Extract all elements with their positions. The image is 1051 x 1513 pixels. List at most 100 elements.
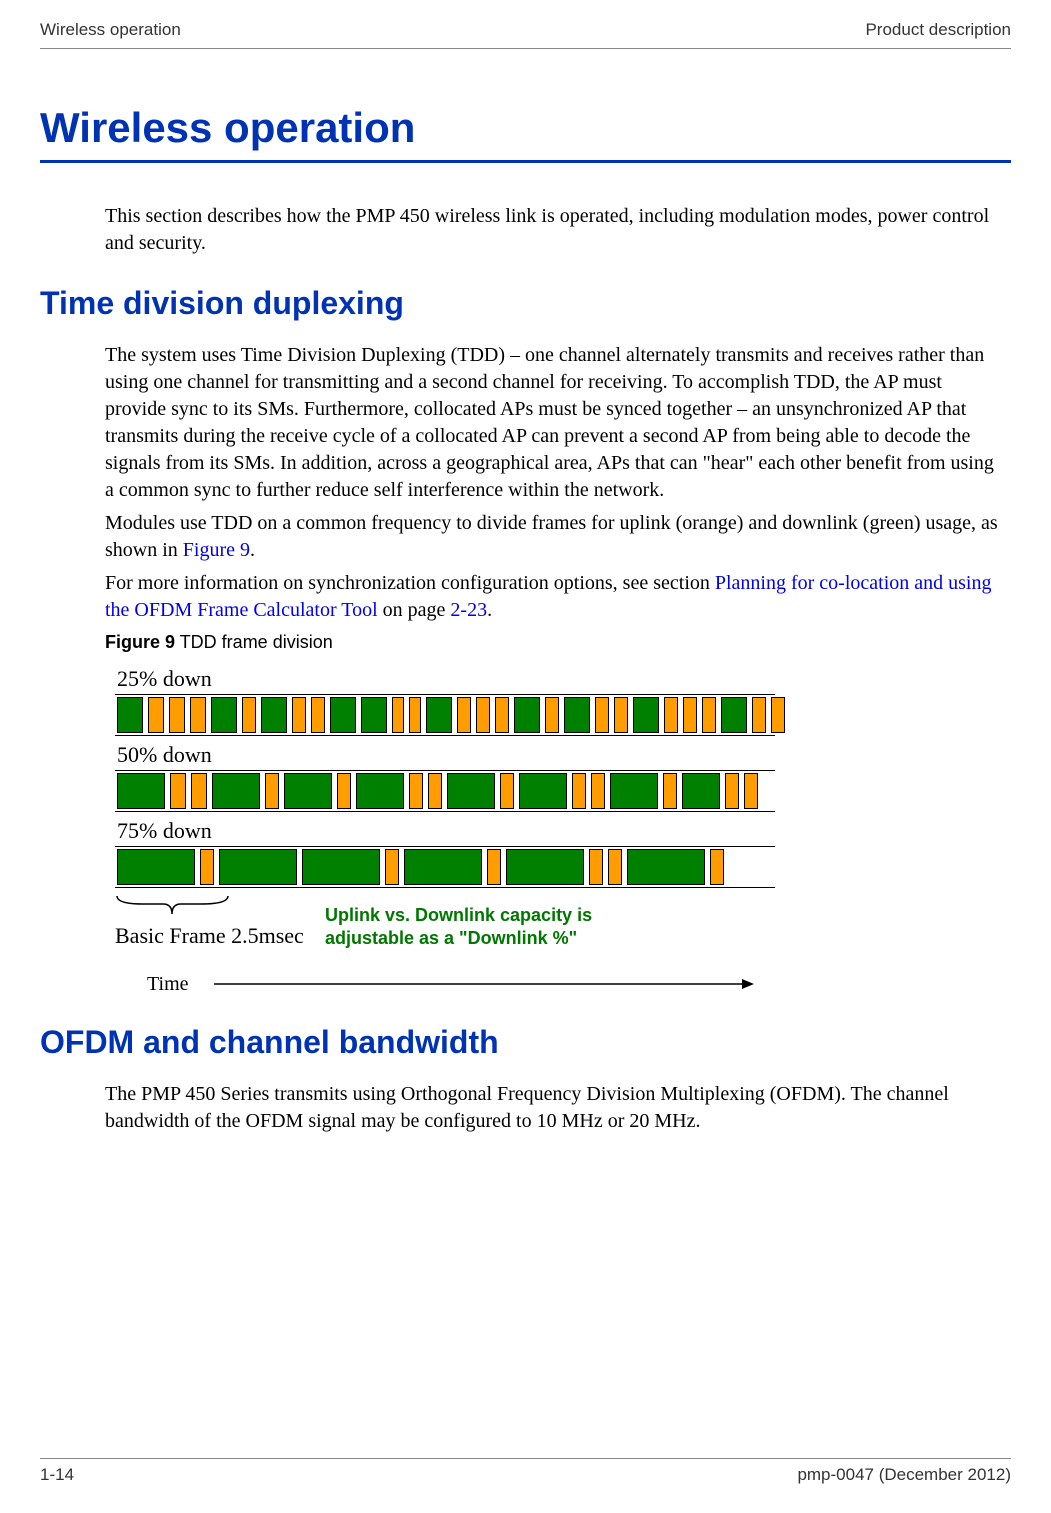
figure-caption: Figure 9 TDD frame division [105, 632, 1006, 653]
uplink-bar [500, 773, 514, 809]
uplink-bar [495, 697, 509, 733]
tdd-block: The system uses Time Division Duplexing … [40, 342, 1011, 996]
uplink-bar [428, 773, 442, 809]
downlink-bar [117, 697, 143, 733]
uplink-line2: adjustable as a "Downlink %" [325, 928, 577, 948]
downlink-bar [211, 697, 237, 733]
downlink-bar [356, 773, 404, 809]
downlink-bar [212, 773, 260, 809]
uplink-bar [591, 773, 605, 809]
downlink-bar [610, 773, 658, 809]
time-label: Time [147, 973, 189, 996]
ofdm-heading: OFDM and channel bandwidth [40, 1024, 1011, 1061]
tdd-p2: Modules use TDD on a common frequency to… [105, 510, 1006, 564]
downlink-bar [219, 849, 297, 885]
downlink-bar [302, 849, 380, 885]
uplink-bar [752, 697, 766, 733]
title-underline [40, 160, 1011, 163]
downlink-bar [404, 849, 482, 885]
basic-frame-label: Basic Frame 2.5msec [115, 923, 230, 949]
downlink-bar [506, 849, 584, 885]
uplink-bar [487, 849, 501, 885]
uplink-bar [663, 773, 677, 809]
downlink-bar [633, 697, 659, 733]
uplink-bar [608, 849, 622, 885]
uplink-bar [409, 773, 423, 809]
uplink-bar [409, 697, 421, 733]
uplink-bar [545, 697, 559, 733]
ofdm-block: The PMP 450 Series transmits using Ortho… [40, 1081, 1011, 1135]
uplink-bar [392, 697, 404, 733]
row1-label: 25% down [117, 666, 1006, 692]
uplink-bar [664, 697, 678, 733]
uplink-downlink-note: Uplink vs. Downlink capacity is adjustab… [325, 904, 592, 951]
page-link[interactable]: 2-23 [450, 599, 487, 621]
uplink-bar [242, 697, 256, 733]
downlink-bar [519, 773, 567, 809]
uplink-bar [265, 773, 279, 809]
uplink-bar [589, 849, 603, 885]
tdd-p1: The system uses Time Division Duplexing … [105, 342, 1006, 504]
brace-area: Basic Frame 2.5msec [115, 894, 230, 949]
tdd-p3c: . [487, 599, 492, 621]
page-title: Wireless operation [40, 104, 1011, 152]
tdd-heading: Time division duplexing [40, 285, 1011, 322]
uplink-bar [190, 697, 206, 733]
intro-block: This section describes how the PMP 450 w… [40, 203, 1011, 257]
footer-left: 1-14 [40, 1465, 74, 1485]
brace-icon [115, 894, 230, 916]
frame-row-75: 75% down [115, 818, 1006, 888]
downlink-bar [117, 773, 165, 809]
figure-number: Figure 9 [105, 632, 175, 652]
uplink-bar [476, 697, 490, 733]
figure-9: 25% down 50% down 75% [105, 661, 1006, 996]
row3-label: 75% down [117, 818, 1006, 844]
downlink-bar [682, 773, 720, 809]
downlink-bar [426, 697, 452, 733]
row3-track [115, 846, 775, 888]
intro-text: This section describes how the PMP 450 w… [105, 203, 1006, 257]
header-right: Product description [865, 20, 1011, 40]
row1-track [115, 694, 775, 736]
downlink-bar [284, 773, 332, 809]
uplink-bar [771, 697, 785, 733]
downlink-bar [361, 697, 387, 733]
figure-title: TDD frame division [175, 632, 333, 652]
downlink-bar [330, 697, 356, 733]
uplink-bar [683, 697, 697, 733]
tdd-p3a: For more information on synchronization … [105, 572, 715, 594]
page-header: Wireless operation Product description [40, 20, 1011, 49]
uplink-bar [614, 697, 628, 733]
downlink-bar [514, 697, 540, 733]
uplink-bar [337, 773, 351, 809]
uplink-bar [148, 697, 164, 733]
tdd-p2b: . [250, 539, 255, 561]
tdd-p3: For more information on synchronization … [105, 570, 1006, 624]
uplink-line1: Uplink vs. Downlink capacity is [325, 905, 592, 925]
uplink-bar [710, 849, 724, 885]
uplink-bar [744, 773, 758, 809]
uplink-bar [595, 697, 609, 733]
uplink-bar [169, 697, 185, 733]
header-left: Wireless operation [40, 20, 181, 40]
uplink-bar [200, 849, 214, 885]
uplink-bar [725, 773, 739, 809]
time-axis: Time [115, 973, 1006, 996]
row2-label: 50% down [117, 742, 1006, 768]
tdd-p3b: on page [378, 599, 451, 621]
uplink-bar [457, 697, 471, 733]
downlink-bar [447, 773, 495, 809]
figure9-link[interactable]: Figure 9 [183, 539, 250, 561]
downlink-bar [261, 697, 287, 733]
downlink-bar [721, 697, 747, 733]
downlink-bar [117, 849, 195, 885]
arrow-icon [214, 976, 754, 992]
downlink-bar [564, 697, 590, 733]
row2-track [115, 770, 775, 812]
uplink-bar [572, 773, 586, 809]
footer-right: pmp-0047 (December 2012) [797, 1465, 1011, 1485]
frame-row-50: 50% down [115, 742, 1006, 812]
uplink-bar [170, 773, 186, 809]
ofdm-p1: The PMP 450 Series transmits using Ortho… [105, 1081, 1006, 1135]
uplink-bar [292, 697, 306, 733]
